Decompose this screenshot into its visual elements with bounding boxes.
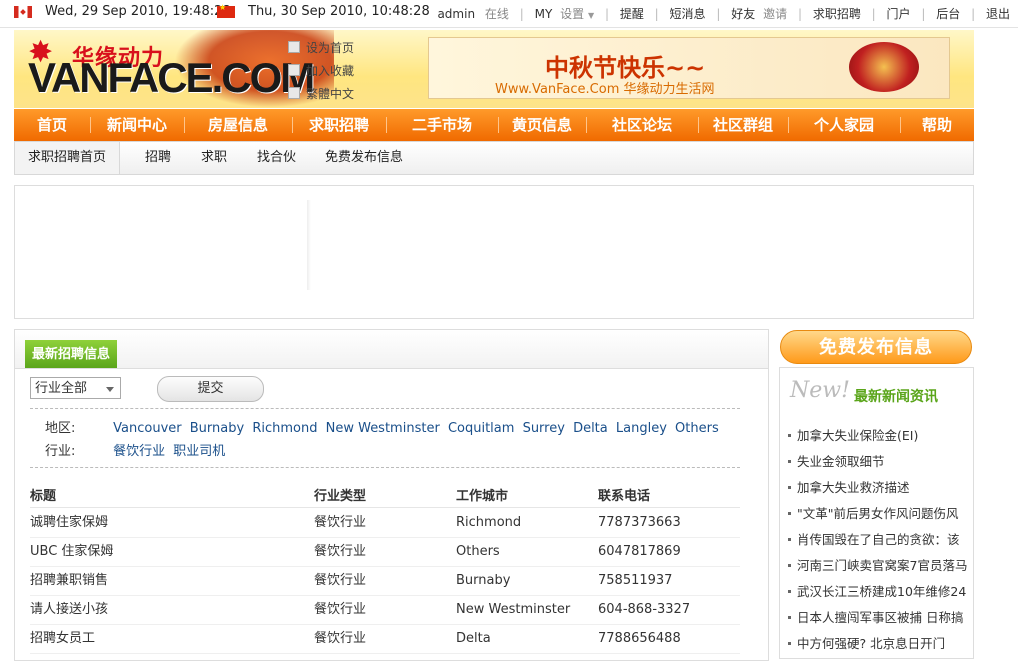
nav-personal[interactable]: 个人家园 [788,109,900,141]
admin-link[interactable]: 后台 [936,7,960,21]
page-icon [288,41,300,53]
set-homepage-link[interactable]: 设为首页 [288,40,354,63]
news-item[interactable]: "文革"前后男女作风问题伤风 [788,506,973,532]
nav-home[interactable]: 首页 [14,109,90,141]
region-link[interactable]: Surrey [523,421,565,436]
region-link[interactable]: Burnaby [190,421,244,436]
remind-link[interactable]: 提醒 [620,7,644,21]
page-icon [288,64,300,76]
user-links: admin 在线 | MY 设置 ▼ | 提醒 | 短消息 | 好友 邀请 | … [437,7,1010,21]
site-header: ✸ 华缘动力 VANFACE.COM 设为首页 加入收藏 繁體中文 中秋节快乐~… [14,30,974,108]
industry-label: 行业: [45,444,76,459]
region-link[interactable]: Delta [573,421,608,436]
settings-link[interactable]: 设置 [560,7,584,21]
subnav-free-post[interactable]: 免费发布信息 [325,142,403,174]
vancouver-time: Wed, 29 Sep 2010, 19:48:28 [45,4,231,19]
sub-nav: 求职招聘首页 招聘 求职 找合伙 免费发布信息 [14,141,974,175]
region-link[interactable]: Others [675,421,719,436]
latest-jobs-panel: 最新招聘信息 行业全部 提交 地区: Vancouver Burnaby Ric… [14,329,769,661]
canada-flag-icon [14,6,32,18]
table-header: 标题 行业类型 工作城市 联系电话 [30,485,740,508]
col-industry: 行业类型 [314,489,367,504]
industry-filter: 行业: 餐饮行业 职业司机 [45,440,229,459]
banner-subtitle: Www.VanFace.Com 华缘动力生活网 [495,82,715,97]
nav-help[interactable]: 帮助 [900,109,974,141]
region-label: 地区: [45,421,76,436]
tab-latest-jobs[interactable]: 最新招聘信息 [25,340,117,368]
industry-link[interactable]: 职业司机 [173,444,225,459]
col-city: 工作城市 [456,489,509,504]
news-title: 最新新闻资讯 [854,389,938,405]
news-item[interactable]: 中方何强硬? 北京息日开门 [788,636,973,662]
news-list: 加拿大失业保险金(EI) 失业金领取细节 加拿大失业救济描述 "文革"前后男女作… [788,428,973,662]
news-item[interactable]: 肖传国毁在了自己的贪欲：该 [788,532,973,558]
subnav-jobs-home[interactable]: 求职招聘首页 [15,142,120,174]
online-status: 在线 [484,7,509,21]
news-item[interactable]: 河南三门峡卖官窝案7官员落马 [788,558,973,584]
chevron-down-icon[interactable]: ▼ [588,11,594,20]
nav-jobs[interactable]: 求职招聘 [292,109,386,141]
jobs-link[interactable]: 求职招聘 [813,7,861,21]
nav-groups[interactable]: 社区群组 [698,109,788,141]
nav-news[interactable]: 新闻中心 [90,109,184,141]
username-link[interactable]: admin [437,7,475,21]
table-row[interactable]: 诚聘住家保姆 餐饮行业 Richmond 7787373663 [30,508,740,538]
latest-news-box: New! 最新新闻资讯 加拿大失业保险金(EI) 失业金领取细节 加拿大失业救济… [779,367,974,659]
submit-button[interactable]: 提交 [157,376,264,402]
table-row[interactable]: 招聘女员工 餐饮行业 Delta 7788656488 [30,624,740,654]
nav-secondhand[interactable]: 二手市场 [386,109,498,141]
col-phone: 联系电话 [598,489,651,504]
region-link[interactable]: New Westminster [326,421,440,436]
nav-forum[interactable]: 社区论坛 [586,109,698,141]
table-row[interactable]: 招聘兼职销售 餐饮行业 Burnaby 758511937 [30,566,740,596]
subnav-hiring[interactable]: 招聘 [145,142,171,174]
invite-link[interactable]: 邀请 [763,7,787,21]
ad-area [14,185,974,319]
table-row[interactable]: UBC 住家保姆 餐饮行业 Others 6047817869 [30,537,740,567]
region-link[interactable]: Langley [616,421,667,436]
divider [30,408,740,409]
region-link[interactable]: Coquitlam [448,421,514,436]
news-item[interactable]: 失业金领取细节 [788,454,973,480]
pm-link[interactable]: 短消息 [670,7,706,21]
industry-link[interactable]: 餐饮行业 [113,444,165,459]
header-links: 设为首页 加入收藏 繁體中文 [288,40,354,109]
subnav-partner[interactable]: 找合伙 [257,142,296,174]
main-nav: 首页 新闻中心 房屋信息 求职招聘 二手市场 黄页信息 社区论坛 社区群组 个人… [14,109,974,141]
mid-autumn-banner[interactable]: 中秋节快乐~~ Www.VanFace.Com 华缘动力生活网 [428,37,950,99]
nav-housing[interactable]: 房屋信息 [184,109,292,141]
nav-yellowpages[interactable]: 黄页信息 [498,109,586,141]
news-item[interactable]: 加拿大失业救济描述 [788,480,973,506]
table-row[interactable]: 请人接送小孩 餐饮行业 New Westminster 604-868-3327 [30,595,740,625]
logout-link[interactable]: 退出 [986,7,1010,21]
news-item[interactable]: 日本人擅闯军事区被捕 日称搞 [788,610,973,636]
page-icon [288,87,300,99]
top-bar: Wed, 29 Sep 2010, 19:48:28 Thu, 30 Sep 2… [0,0,1018,28]
divider [30,467,740,468]
friends-link[interactable]: 好友 [731,7,755,21]
traditional-chinese-link[interactable]: 繁體中文 [288,86,354,109]
region-link[interactable]: Vancouver [113,421,181,436]
new-badge: New! [790,378,850,403]
industry-select[interactable]: 行业全部 [30,377,121,399]
free-publish-button[interactable]: 免费发布信息 [780,330,972,364]
china-time: Thu, 30 Sep 2010, 10:48:28 [248,4,430,19]
subnav-jobseeking[interactable]: 求职 [201,142,227,174]
news-item[interactable]: 武汉长江三桥建成10年维修24 [788,584,973,610]
chevron-down-icon [106,387,114,392]
col-title: 标题 [30,489,57,504]
china-flag-icon [217,3,235,18]
news-item[interactable]: 加拿大失业保险金(EI) [788,428,973,454]
region-filter: 地区: Vancouver Burnaby Richmond New Westm… [45,417,723,436]
my-link[interactable]: MY [535,7,553,21]
logo-english: VANFACE.COM [28,54,315,101]
add-favorite-link[interactable]: 加入收藏 [288,63,354,86]
region-link[interactable]: Richmond [252,421,317,436]
divider [307,200,311,290]
mooncake-image [849,42,919,92]
panel-header: 最新招聘信息 [15,330,768,369]
portal-link[interactable]: 门户 [887,7,911,21]
